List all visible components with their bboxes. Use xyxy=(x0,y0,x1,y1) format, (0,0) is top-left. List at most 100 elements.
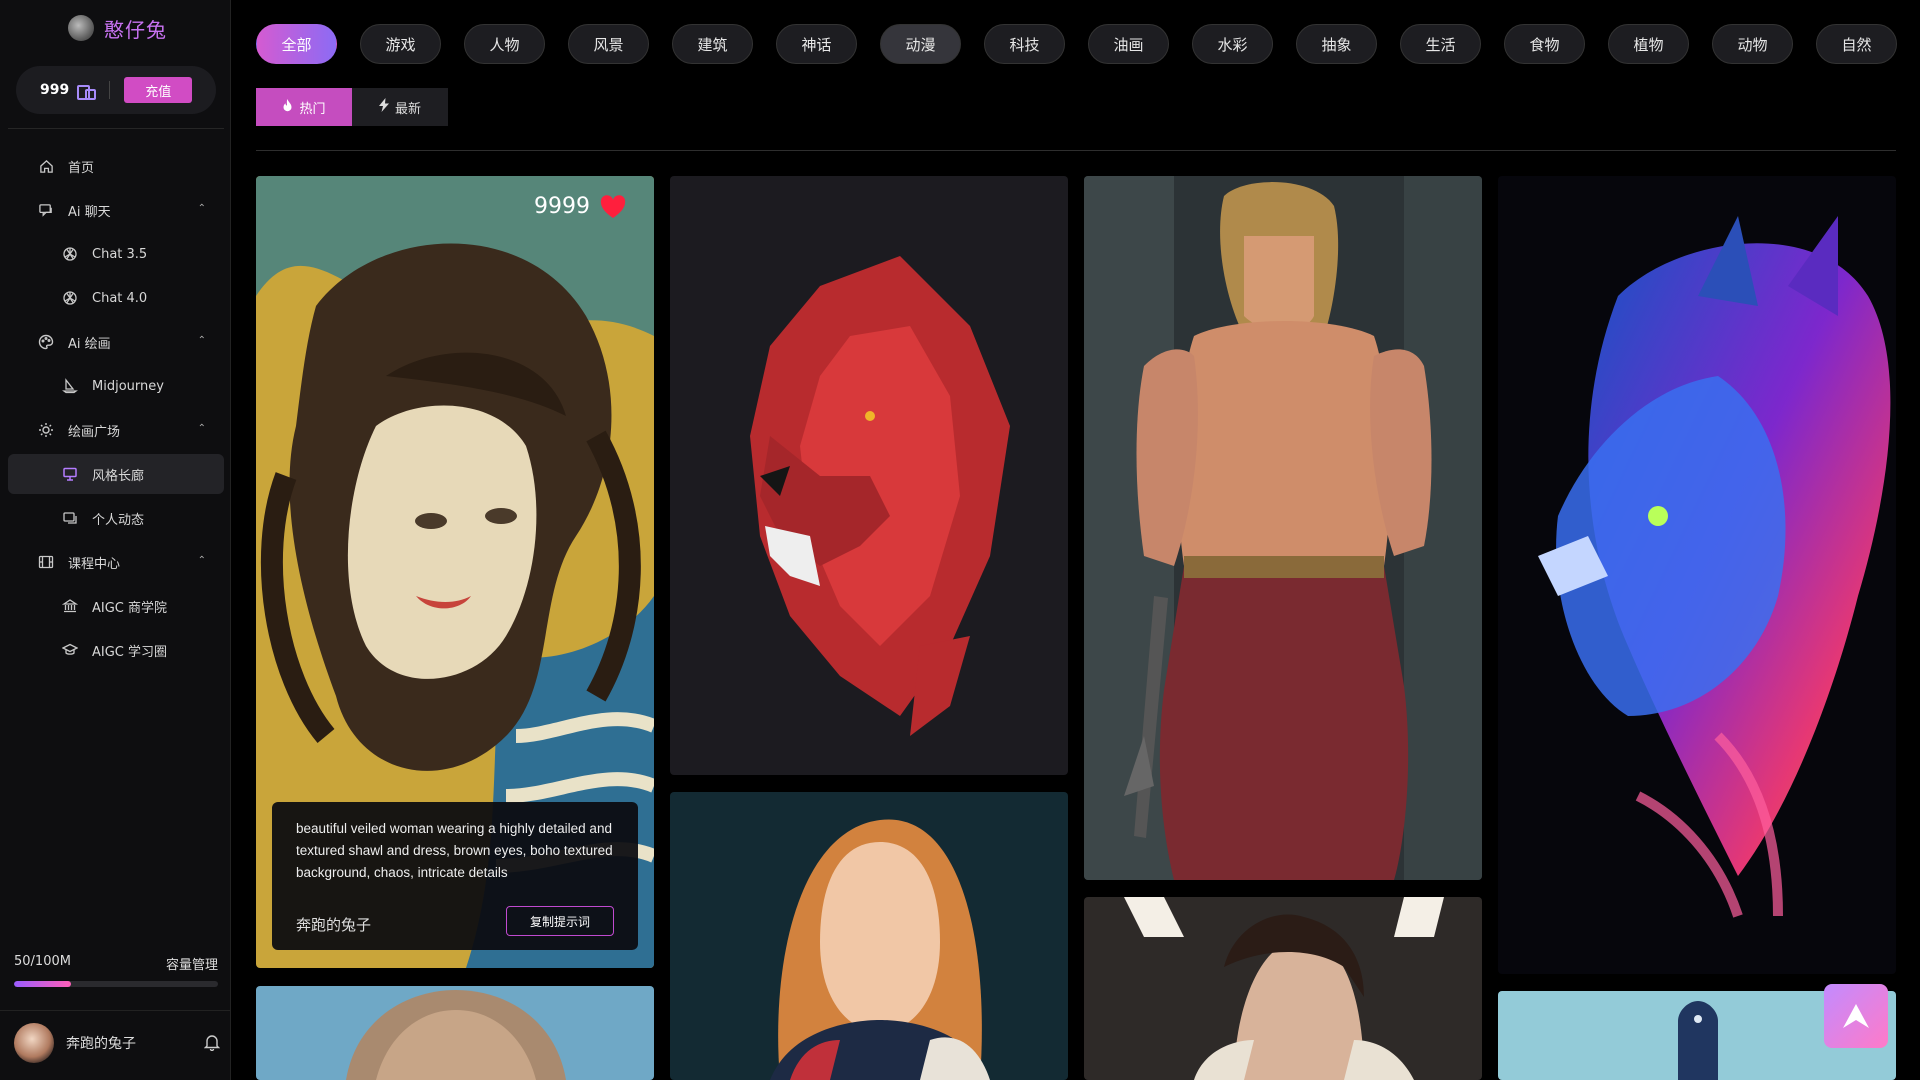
gallery-icon xyxy=(62,466,78,482)
category-filter-bar: 全部 游戏 人物 风景 建筑 神话 动漫 科技 油画 水彩 抽象 生活 食物 植物 动物 自然 xyxy=(256,24,1897,64)
palette-icon xyxy=(38,334,54,350)
storage-progress-bar xyxy=(14,981,218,987)
chevron-up-icon: ⌃ xyxy=(197,203,206,214)
artwork-image xyxy=(1084,897,1482,1080)
user-divider xyxy=(0,1010,231,1011)
film-icon xyxy=(38,554,54,570)
category-pill[interactable]: 抽象 xyxy=(1296,24,1377,64)
user-profile[interactable]: 奔跑的兔子 xyxy=(14,1022,224,1064)
nav-label: Ai 聊天 xyxy=(68,204,111,220)
artwork-image xyxy=(670,792,1068,1080)
pill-divider xyxy=(109,81,111,99)
nav-item-aigc-business[interactable]: AIGC 商学院 xyxy=(8,586,224,626)
storage-progress-fill xyxy=(14,981,72,987)
sort-tabs: 热门 最新 xyxy=(256,88,448,126)
category-pill[interactable]: 游戏 xyxy=(360,24,441,64)
nav-item-courses[interactable]: 课程中心 ⌃ xyxy=(8,542,224,582)
square-icon xyxy=(38,422,54,438)
category-pill[interactable]: 水彩 xyxy=(1192,24,1273,64)
gallery-card[interactable] xyxy=(670,176,1068,775)
chevron-up-icon: ⌃ xyxy=(197,423,206,434)
gallery-card[interactable] xyxy=(1084,176,1482,880)
gallery-card[interactable] xyxy=(1084,897,1482,1080)
brand-name: 憨仔兔 xyxy=(104,17,167,42)
nav-item-aigc-learning[interactable]: AIGC 学习圈 xyxy=(8,630,224,670)
gallery-card[interactable] xyxy=(256,986,654,1080)
like-counter[interactable]: 9999 xyxy=(534,194,626,219)
bell-icon[interactable] xyxy=(203,1033,221,1052)
nav-item-ai-draw[interactable]: Ai 绘画 ⌃ xyxy=(8,322,224,362)
arrow-up-icon xyxy=(1843,1004,1869,1028)
category-pill[interactable]: 动物 xyxy=(1712,24,1793,64)
chat-icon xyxy=(38,202,54,218)
category-pill[interactable]: 全部 xyxy=(256,24,337,64)
gallery-card[interactable] xyxy=(670,792,1068,1080)
nav-item-home[interactable]: 首页 xyxy=(8,146,224,186)
sidebar-nav: 首页 Ai 聊天 ⌃ Chat 3.5 Chat 4.0 Ai 绘画 ⌃ Mid… xyxy=(8,146,224,674)
brand[interactable]: 憨仔兔 xyxy=(68,12,167,44)
category-pill[interactable]: 风景 xyxy=(568,24,649,64)
heart-icon[interactable] xyxy=(600,194,626,219)
prompt-author: 奔跑的兔子 xyxy=(296,916,372,934)
nav-label: Midjourney xyxy=(92,378,164,394)
back-to-top-button[interactable] xyxy=(1824,984,1888,1048)
category-pill[interactable]: 神话 xyxy=(776,24,857,64)
nav-label: 绘画广场 xyxy=(68,424,121,440)
gallery-card-featured[interactable]: 9999 beautiful veiled woman wearing a hi… xyxy=(256,176,654,968)
openai-icon xyxy=(62,290,78,306)
category-pill[interactable]: 动漫 xyxy=(880,24,961,64)
sailboat-icon xyxy=(62,378,78,394)
flame-icon xyxy=(282,98,293,116)
nav-item-chat35[interactable]: Chat 3.5 xyxy=(8,234,224,274)
content-divider xyxy=(256,150,1896,151)
sort-latest-label: 最新 xyxy=(394,101,421,117)
nav-label: AIGC 学习圈 xyxy=(92,644,168,660)
sidebar-divider xyxy=(8,128,224,129)
category-pill[interactable]: 油画 xyxy=(1088,24,1169,64)
nav-label: Chat 4.0 xyxy=(92,290,148,306)
sort-hot-label: 热门 xyxy=(299,101,326,117)
nav-item-midjourney[interactable]: Midjourney xyxy=(8,366,224,406)
user-name: 奔跑的兔子 xyxy=(66,1036,136,1052)
home-icon xyxy=(38,158,54,174)
coin-icon xyxy=(77,83,97,100)
storage-manage-link[interactable]: 容量管理 xyxy=(166,954,218,973)
avatar[interactable] xyxy=(14,1023,54,1063)
sort-hot-tab[interactable]: 热门 xyxy=(256,88,352,126)
artwork-image xyxy=(1084,176,1482,880)
nav-item-ai-chat[interactable]: Ai 聊天 ⌃ xyxy=(8,190,224,230)
sort-latest-tab[interactable]: 最新 xyxy=(352,88,448,126)
nav-item-chat40[interactable]: Chat 4.0 xyxy=(8,278,224,318)
category-pill[interactable]: 人物 xyxy=(464,24,545,64)
copy-prompt-button[interactable]: 复制提示词 xyxy=(506,906,614,936)
activity-icon xyxy=(62,510,78,526)
like-count: 9999 xyxy=(534,194,590,219)
bank-icon xyxy=(62,598,78,614)
openai-icon xyxy=(62,246,78,262)
category-pill[interactable]: 食物 xyxy=(1504,24,1585,64)
category-pill[interactable]: 科技 xyxy=(984,24,1065,64)
artwork-image xyxy=(670,176,1068,775)
nav-label: AIGC 商学院 xyxy=(92,600,168,616)
category-pill[interactable]: 建筑 xyxy=(672,24,753,64)
gallery-card[interactable] xyxy=(1498,176,1896,974)
category-pill[interactable]: 植物 xyxy=(1608,24,1689,64)
chevron-up-icon: ⌃ xyxy=(197,555,206,566)
nav-label: 首页 xyxy=(68,160,95,176)
category-pill[interactable]: 生活 xyxy=(1400,24,1481,64)
sidebar: 憨仔兔 999 充值 首页 Ai 聊天 ⌃ Chat 3.5 Chat 4.0 … xyxy=(0,0,231,1080)
nav-label: 个人动态 xyxy=(92,512,145,528)
storage-value: 50/100M xyxy=(14,954,71,969)
category-pill[interactable]: 自然 xyxy=(1816,24,1897,64)
lightning-icon xyxy=(378,98,389,116)
prompt-overlay: beautiful veiled woman wearing a highly … xyxy=(272,802,638,950)
app: 憨仔兔 999 充值 首页 Ai 聊天 ⌃ Chat 3.5 Chat 4.0 … xyxy=(0,0,1920,1080)
nav-item-square[interactable]: 绘画广场 ⌃ xyxy=(8,410,224,450)
nav-item-gallery[interactable]: 风格长廊 xyxy=(8,454,224,494)
nav-item-personal[interactable]: 个人动态 xyxy=(8,498,224,538)
storage-usage: 50/100M 容量管理 xyxy=(14,954,218,987)
nav-label: Ai 绘画 xyxy=(68,336,111,352)
nav-label: 课程中心 xyxy=(68,556,121,572)
recharge-button[interactable]: 充值 xyxy=(124,77,193,103)
graduation-cap-icon xyxy=(62,642,78,658)
